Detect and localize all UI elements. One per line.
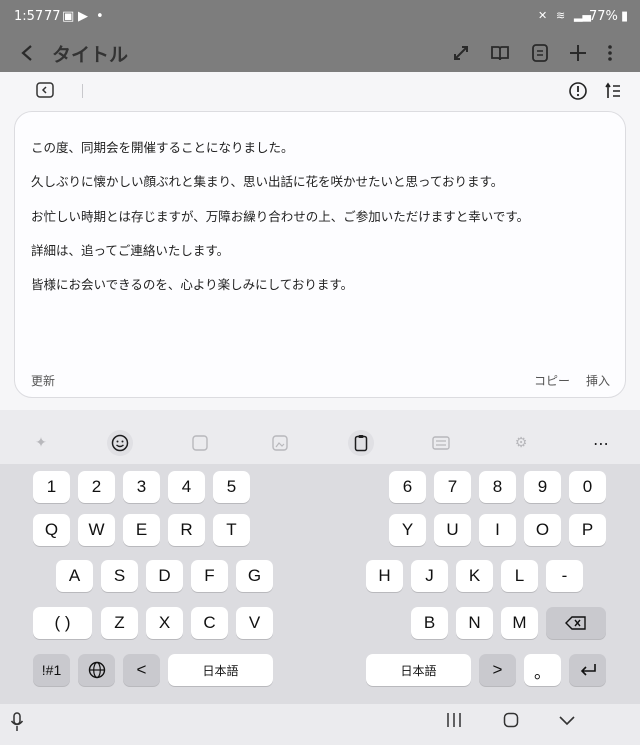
status-time: 1:57 [14,9,44,24]
alert-info-icon[interactable] [568,81,588,101]
recent-apps-icon[interactable] [446,712,462,733]
key-0[interactable]: 0 [569,471,606,503]
symbols-key[interactable]: !#1 [33,654,70,686]
keyboard-mode-icon[interactable] [428,430,454,456]
settings-gear-icon[interactable]: ⚙ [508,430,534,456]
text-line-4: 詳細は、追ってご連絡いたします。 [31,243,230,258]
key-h[interactable]: H [366,560,403,592]
gallery-icon: ▣ [62,9,75,24]
collapse-panel-icon[interactable] [36,82,56,100]
space-key-left[interactable]: 日本語 [168,654,273,686]
system-nav-bar [0,704,640,745]
key-x[interactable]: X [146,607,183,639]
insert-button[interactable]: 挿入 [586,372,610,389]
home-icon[interactable] [503,712,519,733]
wifi-icon: ≋ [556,9,566,22]
key-k[interactable]: K [456,560,493,592]
add-icon[interactable] [567,42,589,64]
key-n[interactable]: N [456,607,493,639]
tone-settings-icon[interactable] [604,82,624,102]
mute-icon: ✕ [538,9,548,22]
key-s[interactable]: S [101,560,138,592]
key-j[interactable]: J [411,560,448,592]
key-1[interactable]: 1 [33,471,70,503]
cursor-left-key[interactable]: < [123,654,160,686]
key-z[interactable]: Z [101,607,138,639]
key-g[interactable]: G [236,560,273,592]
space-key-right[interactable]: 日本語 [366,654,471,686]
key-c[interactable]: C [191,607,228,639]
battery-level: 77% [589,9,618,24]
key-parentheses[interactable]: ( ) [33,607,92,639]
key-4[interactable]: 4 [168,471,205,503]
key-w[interactable]: W [78,514,115,546]
cursor-right-key[interactable]: > [479,654,516,686]
key-3[interactable]: 3 [123,471,160,503]
more-tools-icon[interactable]: ⋯ [588,430,614,456]
language-globe-icon[interactable] [78,654,115,686]
more-options-icon[interactable] [599,42,621,64]
divider [82,84,83,98]
key-7[interactable]: 7 [434,471,471,503]
punctuation-key[interactable]: 。 [524,654,561,686]
sticker-icon[interactable] [267,430,293,456]
key-d[interactable]: D [146,560,183,592]
back-arrow-icon[interactable] [16,42,38,64]
split-keyboard: 1 2 3 4 5 Q W E R T A S D F G ( ) Z X C … [0,464,640,704]
key-dash[interactable]: - [546,560,583,592]
dot-icon: • [96,9,104,24]
key-p[interactable]: P [569,514,606,546]
key-t[interactable]: T [213,514,250,546]
key-v[interactable]: V [236,607,273,639]
text-line-5: 皆様にお会いできるのを、心より楽しみにしております。 [31,277,354,292]
key-2[interactable]: 2 [78,471,115,503]
backspace-icon[interactable] [546,607,606,639]
status-bar: 1:57 77 ▣ ▶ • ✕ ≋ ▂▄ 77% ▮ [0,0,640,34]
clipboard-icon[interactable] [348,430,374,456]
gif-icon[interactable] [187,430,213,456]
ai-sparkle-icon[interactable]: ✦ [28,430,54,456]
key-9[interactable]: 9 [524,471,561,503]
copy-button[interactable]: コピー [534,372,570,389]
note-icon[interactable] [529,42,551,64]
key-o[interactable]: O [524,514,561,546]
key-a[interactable]: A [56,560,93,592]
key-8[interactable]: 8 [479,471,516,503]
microphone-icon[interactable] [10,712,24,737]
key-5[interactable]: 5 [213,471,250,503]
title-bar: タイトル [0,34,640,72]
key-r[interactable]: R [168,514,205,546]
text-line-2: 久しぶりに懐かしい顔ぶれと集まり、思い出話に花を咲かせたいと思っております。 [31,174,504,189]
page-title[interactable]: タイトル [52,40,128,67]
text-line-3: お忙しい時期とは存じますが、万障お繰り合わせの上、ご参加いただけますと幸いです。 [31,209,530,224]
book-icon[interactable] [489,42,511,64]
key-m[interactable]: M [501,607,538,639]
text-line-1: この度、同期会を開催することになりました。 [31,140,294,155]
emoji-icon[interactable] [107,430,133,456]
battery-icon: ▮ [621,9,629,24]
youtube-icon: ▶ [78,9,88,24]
hide-keyboard-chevron-down-icon[interactable] [558,712,576,732]
key-f[interactable]: F [191,560,228,592]
key-b[interactable]: B [411,607,448,639]
key-l[interactable]: L [501,560,538,592]
key-y[interactable]: Y [389,514,426,546]
generated-text-card: この度、同期会を開催することになりました。 久しぶりに懐かしい顔ぶれと集まり、思… [14,111,626,398]
key-e[interactable]: E [123,514,160,546]
keyboard-toolbar: ✦ ⚙ ⋯ [0,420,640,464]
key-i[interactable]: I [479,514,516,546]
status-notification-count: 77 [44,9,61,24]
expand-icon[interactable] [450,42,472,64]
enter-icon[interactable] [569,654,606,686]
key-u[interactable]: U [434,514,471,546]
update-button[interactable]: 更新 [31,372,55,389]
key-6[interactable]: 6 [389,471,426,503]
key-q[interactable]: Q [33,514,70,546]
